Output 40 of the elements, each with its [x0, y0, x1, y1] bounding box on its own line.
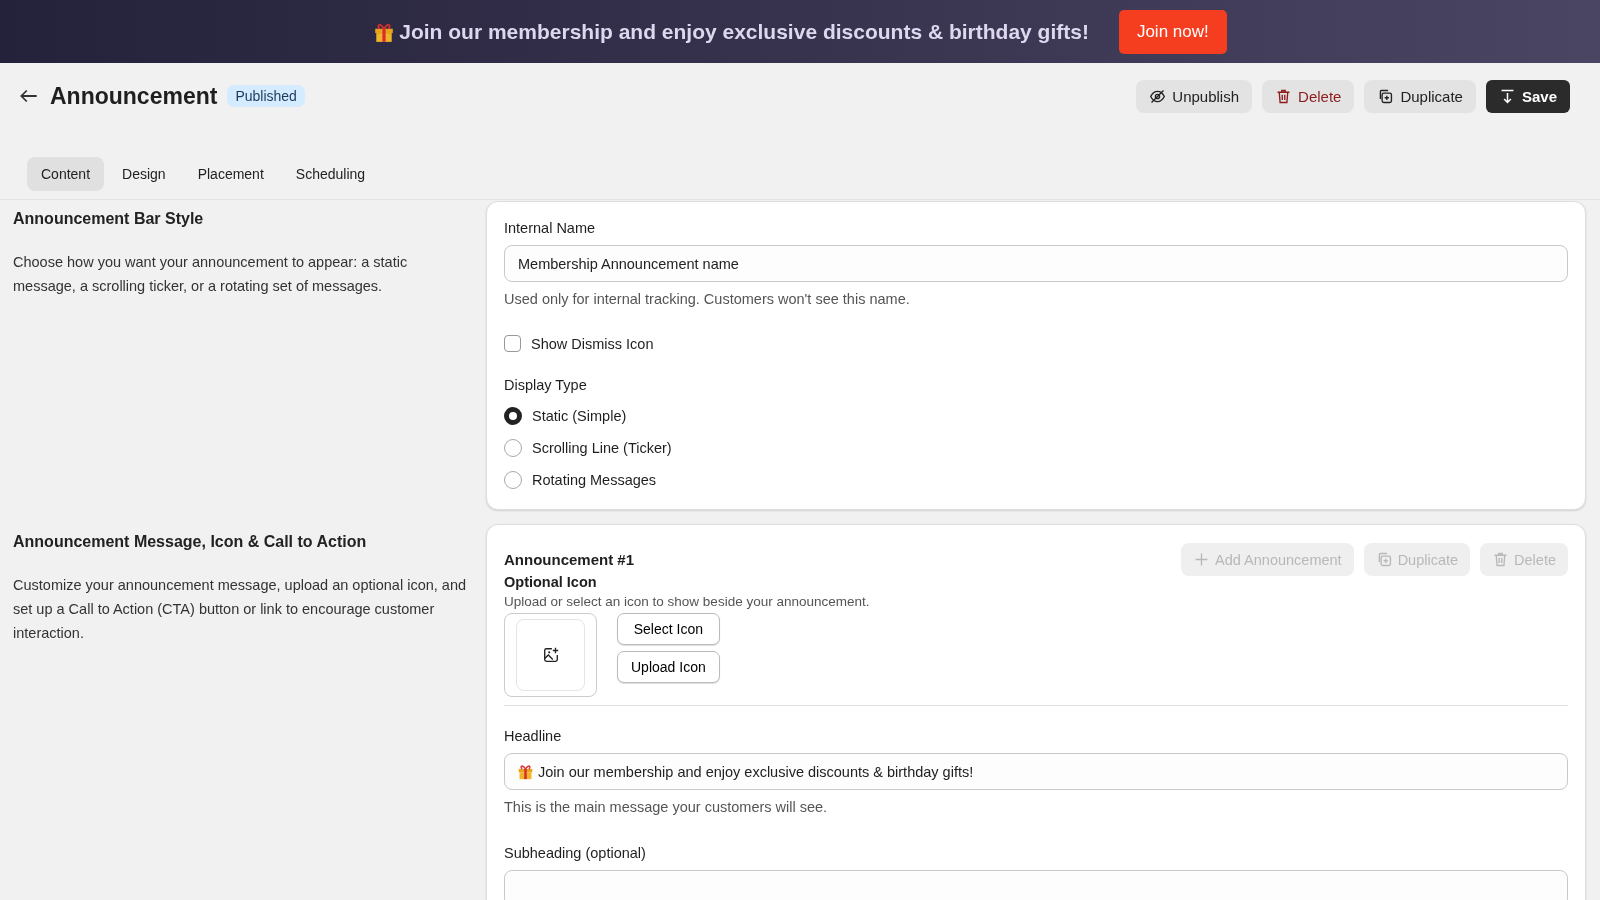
field-label: Subheading (optional) — [504, 845, 647, 861]
tab[interactable]: Design — [108, 157, 180, 191]
tab[interactable]: Content — [27, 157, 105, 191]
checkbox[interactable] — [504, 335, 521, 352]
field-label: Optional Icon — [504, 574, 598, 590]
unpublish-button[interactable]: Unpublish — [1136, 79, 1253, 113]
field-label: Internal Name — [504, 220, 597, 236]
checkbox-label: Show Dismiss Icon — [531, 335, 654, 352]
icon-button[interactable]: Upload Icon — [617, 651, 720, 683]
save-button[interactable]: Save — [1485, 79, 1570, 113]
gift-icon — [517, 763, 534, 780]
help-text: Used only for internal tracking. Customers won't see this name. — [504, 291, 911, 307]
banner-message: Join our membership and enjoy exclusive discounts & birthday gifts! — [399, 19, 1089, 44]
delete-button[interactable]: Delete — [1262, 79, 1355, 113]
section-title: Announcement Bar Style — [13, 210, 205, 228]
radio-label: Rotating Messages — [532, 472, 657, 488]
radio-label: Static (Simple) — [532, 408, 627, 424]
section-description: Customize your announcement message, upload an optional icon, and set up a Call to Action (CTA) button or link to encourage customer interaction. — [13, 576, 467, 643]
announcement-title: Announcement #1 — [504, 551, 635, 568]
page-title: Announcement — [50, 82, 218, 110]
help-text: Upload or select an icon to show beside your announcement. — [504, 594, 871, 609]
status-badge: Published — [227, 85, 305, 107]
icon-slot[interactable] — [504, 613, 597, 697]
join-now-button[interactable]: Join now! — [1118, 9, 1227, 54]
add-image-icon — [541, 646, 560, 664]
field-label: Display Type — [504, 377, 588, 393]
subheading-field[interactable] — [504, 870, 1568, 900]
duplicate-icon — [1377, 87, 1395, 105]
radio-button[interactable] — [504, 407, 522, 425]
field-label: Headline — [504, 728, 563, 744]
section-description: Choose how you want your announcement to appear: a static message, a scrolling ticker, or a rotating set of messages. — [13, 253, 409, 296]
radio-label: Scrolling Line (Ticker) — [532, 440, 672, 456]
headline-field[interactable]: Join our membership and enjoy exclusive discounts & birthday gifts! — [504, 753, 1568, 790]
tab[interactable]: Scheduling — [281, 157, 380, 191]
duplicate-button[interactable]: Duplicate — [1364, 79, 1476, 113]
internal-name-field[interactable]: Membership Announcement name — [504, 245, 1568, 282]
help-text: This is the main message your customers will see. — [504, 799, 829, 815]
icon-button[interactable]: Select Icon — [617, 613, 720, 645]
tab[interactable]: Placement — [183, 157, 278, 191]
section-title: Announcement Message, Icon & Call to Action — [13, 533, 368, 551]
